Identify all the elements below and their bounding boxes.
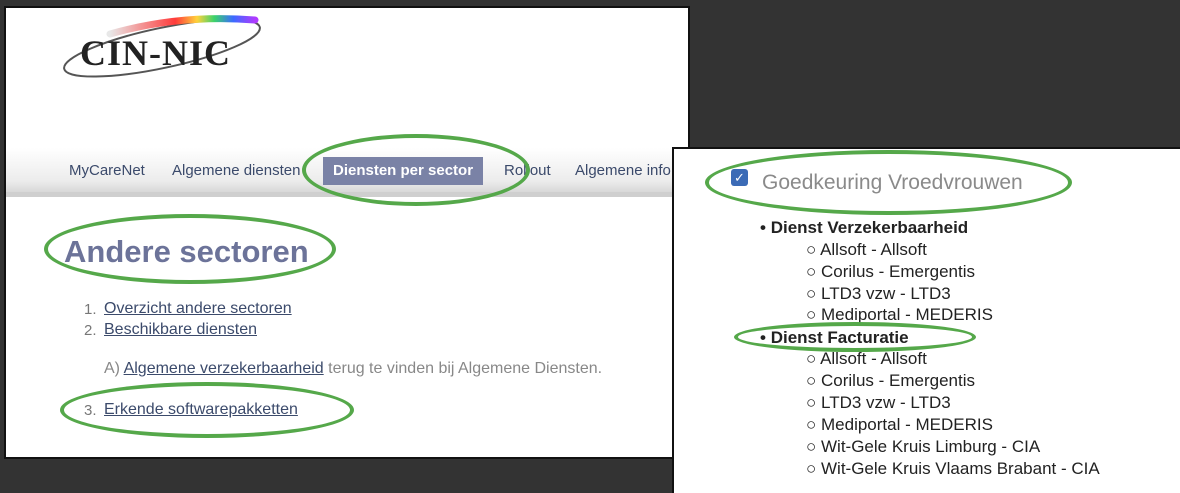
list-item-text: Wit-Gele Kruis Limburg - CIA (821, 437, 1041, 456)
checkbox-label: Goedkeuring Vroedvrouwen (762, 171, 1023, 194)
list-item-text: LTD3 vzw - LTD3 (821, 284, 951, 303)
section-title: • Dienst Facturatie (760, 328, 909, 347)
list-item-text: Mediportal - MEDERIS (821, 305, 993, 324)
detail-panel: ✓ Goedkeuring Vroedvrouwen • Dienst Verz… (672, 147, 1180, 493)
section-title-text: Dienst Facturatie (770, 328, 909, 347)
list-item-text: Allsoft - Allsoft (820, 240, 927, 259)
list-item: ○ LTD3 vzw - LTD3 (806, 393, 951, 412)
main-nav: MyCareNet Algemene diensten Diensten per… (6, 148, 688, 197)
nav-algemene-diensten[interactable]: Algemene diensten (172, 162, 300, 179)
nav-rollout[interactable]: Rollout (504, 162, 551, 179)
nav-algemene-info[interactable]: Algemene info (575, 162, 671, 179)
list-item: ○ Corilus - Emergentis (806, 371, 975, 390)
link-overzicht-andere-sectoren[interactable]: Overzicht andere sectoren (104, 300, 292, 318)
page-title: Andere sectoren (64, 234, 309, 269)
list-item: ○ Mediportal - MEDERIS (806, 305, 993, 324)
website-panel: CIN-NIC MyCareNet Algemene diensten Dien… (4, 6, 690, 459)
list-item-text: Corilus - Emergentis (821, 371, 975, 390)
link-beschikbare-diensten[interactable]: Beschikbare diensten (104, 321, 257, 339)
cin-nic-logo[interactable]: CIN-NIC (50, 12, 270, 82)
link-algemene-verzekerbaarheid[interactable]: Algemene verzekerbaarheid (124, 360, 324, 377)
list-item-text: Allsoft - Allsoft (820, 349, 927, 368)
section-title-text: Dienst Verzekerbaarheid (770, 218, 969, 237)
note-suffix: terug te vinden bij Algemene Diensten. (328, 360, 603, 377)
nav-diensten-per-sector[interactable]: Diensten per sector (323, 157, 484, 185)
list-number: 3. (84, 402, 97, 419)
list-item: ○ Mediportal - MEDERIS (806, 415, 993, 434)
list-item-text: Mediportal - MEDERIS (821, 415, 993, 434)
link-erkende-softwarepakketten[interactable]: Erkende softwarepakketten (104, 401, 298, 419)
section-title: • Dienst Verzekerbaarheid (760, 218, 969, 237)
goedkeuring-checkbox[interactable]: ✓ (731, 169, 748, 186)
list-number: 2. (84, 322, 97, 339)
list-item: ○ Wit-Gele Kruis Vlaams Brabant - CIA (806, 459, 1100, 478)
list-item: ○ Allsoft - Allsoft (806, 349, 927, 368)
list-item: ○ Corilus - Emergentis (806, 262, 975, 281)
list-item: ○ LTD3 vzw - LTD3 (806, 284, 951, 303)
list-item-text: Wit-Gele Kruis Vlaams Brabant - CIA (821, 459, 1100, 478)
note-text: A) Algemene verzekerbaarheid terug te vi… (104, 360, 602, 378)
logo-text: CIN-NIC (80, 33, 231, 73)
list-number: 1. (84, 301, 97, 318)
list-item-text: LTD3 vzw - LTD3 (821, 393, 951, 412)
list-item: ○ Wit-Gele Kruis Limburg - CIA (806, 437, 1041, 456)
nav-mycarenet[interactable]: MyCareNet (69, 162, 145, 179)
list-item: ○ Allsoft - Allsoft (806, 240, 927, 259)
note-prefix: A) (104, 360, 120, 377)
list-item-text: Corilus - Emergentis (821, 262, 975, 281)
